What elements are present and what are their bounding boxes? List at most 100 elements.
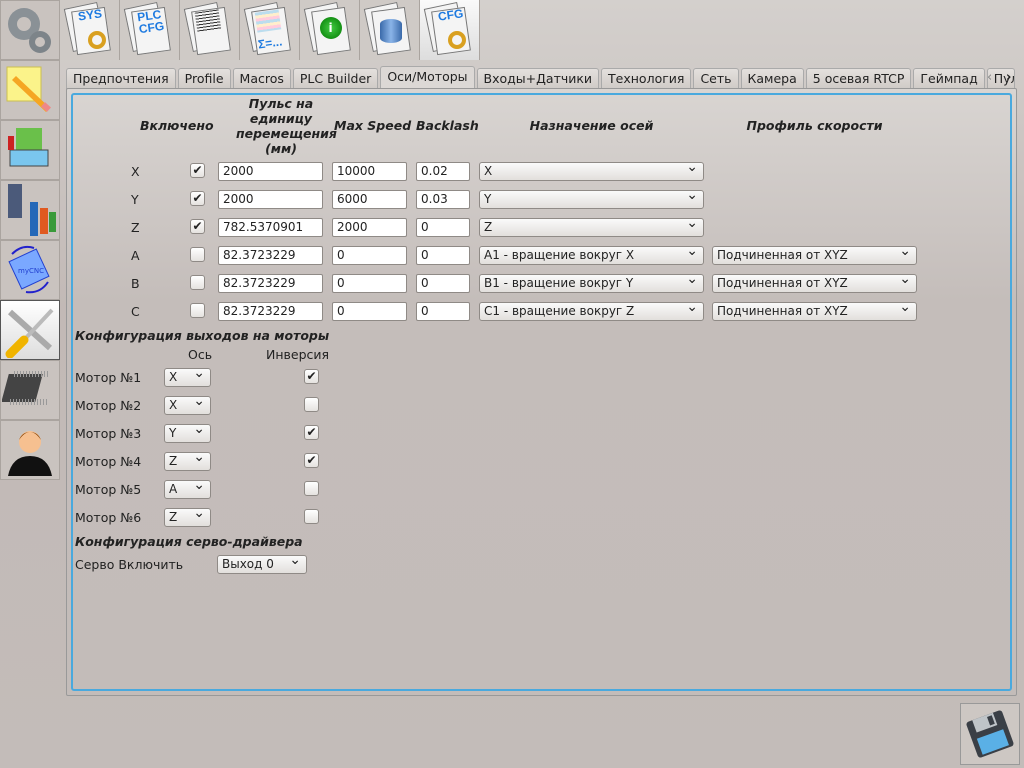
- tools-wrench-screwdriver-icon: [5, 308, 54, 358]
- sidebar-item-4[interactable]: myCNC: [0, 240, 60, 300]
- motor-axis-select[interactable]: Z ⌄: [164, 505, 211, 527]
- axis-pulse-input[interactable]: 82.3723229: [218, 274, 323, 293]
- axis-max-speed-input[interactable]: 10000: [332, 162, 407, 181]
- axis-max-speed-input[interactable]: 6000: [332, 190, 407, 209]
- axis-backlash-input[interactable]: 0.03: [416, 190, 470, 209]
- motor-axis-value: A: [169, 482, 178, 496]
- tab-scroll-left[interactable]: ‹: [987, 70, 992, 85]
- axis-pulse-input[interactable]: 2000: [218, 190, 323, 209]
- sidebar-item-5[interactable]: [0, 300, 60, 360]
- axis-assign-select[interactable]: C1 - вращение вокруг Z ⌄: [479, 299, 704, 321]
- variables-table-icon: Σ=...: [243, 1, 292, 56]
- motor-invert-checkbox[interactable]: ✔: [304, 453, 319, 468]
- tab-7[interactable]: Сеть: [693, 68, 739, 89]
- motor-axis-value: Y: [169, 426, 177, 440]
- servo-enable-select[interactable]: Выход 0 ⌄: [217, 552, 307, 574]
- axis-enabled-checkbox[interactable]: ✔: [190, 219, 205, 234]
- axis-backlash-input[interactable]: 0.02: [416, 162, 470, 181]
- chevron-down-icon: ⌄: [193, 477, 205, 493]
- motor-invert-checkbox[interactable]: ✔: [304, 425, 319, 440]
- motor-invert-checkbox[interactable]: [304, 397, 319, 412]
- axis-max-speed-input[interactable]: 2000: [332, 218, 407, 237]
- sidebar-item-6[interactable]: [0, 360, 60, 420]
- axis-max-speed-input[interactable]: 0: [332, 246, 407, 265]
- motor-invert-checkbox[interactable]: ✔: [304, 369, 319, 384]
- cfg-icon: CFG: [423, 1, 472, 56]
- tab-scroll-right[interactable]: ›: [1006, 70, 1011, 85]
- motor-invert-checkbox[interactable]: [304, 509, 319, 524]
- toolbar-button-5[interactable]: [360, 0, 420, 60]
- toolbar-button-2[interactable]: [180, 0, 240, 60]
- motor-axis-select[interactable]: Y ⌄: [164, 421, 211, 443]
- toolbar-button-0[interactable]: SYS: [60, 0, 120, 60]
- toolbar-button-4[interactable]: i: [300, 0, 360, 60]
- toolbar-icon-label: Σ=...: [256, 34, 283, 52]
- sidebar-item-7[interactable]: [0, 420, 60, 480]
- sidebar-item-2[interactable]: [0, 120, 60, 180]
- tab-8[interactable]: Камера: [740, 68, 804, 89]
- motor-axis-select[interactable]: X ⌄: [164, 365, 211, 387]
- chevron-down-icon: ⌄: [193, 365, 205, 381]
- speed-profile-select[interactable]: Подчиненная от XYZ ⌄: [712, 271, 917, 293]
- toolbar-button-3[interactable]: Σ=...: [240, 0, 300, 60]
- axis-enabled-checkbox[interactable]: ✔: [190, 163, 205, 178]
- floppy-save-icon: [966, 710, 1014, 758]
- axis-max-speed-input[interactable]: 0: [332, 302, 407, 321]
- axis-label: A: [131, 248, 140, 263]
- axis-assign-select[interactable]: Y ⌄: [479, 187, 704, 209]
- motor-invert-checkbox[interactable]: [304, 481, 319, 496]
- books-icon: [8, 128, 49, 167]
- toolbar-button-6[interactable]: CFG: [420, 0, 480, 60]
- axis-pulse-input[interactable]: 2000: [218, 162, 323, 181]
- speed-profile-select[interactable]: Подчиненная от XYZ ⌄: [712, 299, 917, 321]
- axis-pulse-input[interactable]: 82.3723229: [218, 302, 323, 321]
- tab-2[interactable]: Macros: [232, 68, 291, 89]
- motors-col-axis: Ось: [188, 347, 213, 362]
- axis-pulse-input[interactable]: 782.5370901: [218, 218, 323, 237]
- save-button[interactable]: [960, 703, 1020, 765]
- header-enabled: Включено: [140, 118, 214, 133]
- axis-enabled-checkbox[interactable]: ✔: [190, 191, 205, 206]
- sidebar-item-0[interactable]: [0, 0, 60, 60]
- sidebar-item-1[interactable]: [0, 60, 60, 120]
- axis-assign-select[interactable]: A1 - вращение вокруг X ⌄: [479, 243, 704, 265]
- axis-assign-select[interactable]: X ⌄: [479, 159, 704, 181]
- tab-0[interactable]: Предпочтения: [66, 68, 176, 89]
- speed-profile-select[interactable]: Подчиненная от XYZ ⌄: [712, 243, 917, 265]
- tab-1[interactable]: Profile: [177, 68, 231, 89]
- tab-10[interactable]: Геймпад: [913, 68, 985, 89]
- axis-enabled-checkbox[interactable]: [190, 275, 205, 290]
- axis-backlash-input[interactable]: 0: [416, 218, 470, 237]
- motor-label: Мотор №3: [75, 426, 142, 441]
- tab-5[interactable]: Входы+Датчики: [476, 68, 600, 89]
- axis-max-speed-input[interactable]: 0: [332, 274, 407, 293]
- axis-assign-select[interactable]: B1 - вращение вокруг Y ⌄: [479, 271, 704, 293]
- toolbar-button-1[interactable]: PLC CFG: [120, 0, 180, 60]
- info-icon: i: [303, 1, 352, 56]
- axis-assign-select[interactable]: Z ⌄: [479, 215, 704, 237]
- axis-enabled-checkbox[interactable]: [190, 303, 205, 318]
- motor-axis-select[interactable]: Z ⌄: [164, 449, 211, 471]
- axis-backlash-input[interactable]: 0: [416, 302, 470, 321]
- tab-3[interactable]: PLC Builder: [292, 68, 379, 89]
- axis-backlash-input[interactable]: 0: [416, 246, 470, 265]
- tab-4[interactable]: Оси/Моторы: [380, 66, 475, 89]
- chevron-down-icon: ⌄: [899, 299, 911, 315]
- servo-section-title: Конфигурация серво-драйвера: [75, 534, 303, 549]
- motor-axis-value: Z: [169, 510, 178, 524]
- motor-axis-select[interactable]: X ⌄: [164, 393, 211, 415]
- motor-axis-value: Z: [169, 454, 178, 468]
- axis-backlash-input[interactable]: 0: [416, 274, 470, 293]
- axis-label: Z: [131, 220, 140, 235]
- sidebar-item-3[interactable]: [0, 180, 60, 240]
- mycnc-rotate-icon: myCNC: [8, 245, 50, 294]
- tab-9[interactable]: 5 осевая RTCP: [805, 68, 912, 89]
- motor-label: Мотор №6: [75, 510, 142, 525]
- axis-pulse-input[interactable]: 82.3723229: [218, 246, 323, 265]
- motor-label: Мотор №2: [75, 398, 142, 413]
- motor-axis-select[interactable]: A ⌄: [164, 477, 211, 499]
- tab-6[interactable]: Технология: [601, 68, 692, 89]
- axis-enabled-checkbox[interactable]: [190, 247, 205, 262]
- text-document-icon: [183, 1, 232, 56]
- chevron-down-icon: ⌄: [193, 421, 205, 437]
